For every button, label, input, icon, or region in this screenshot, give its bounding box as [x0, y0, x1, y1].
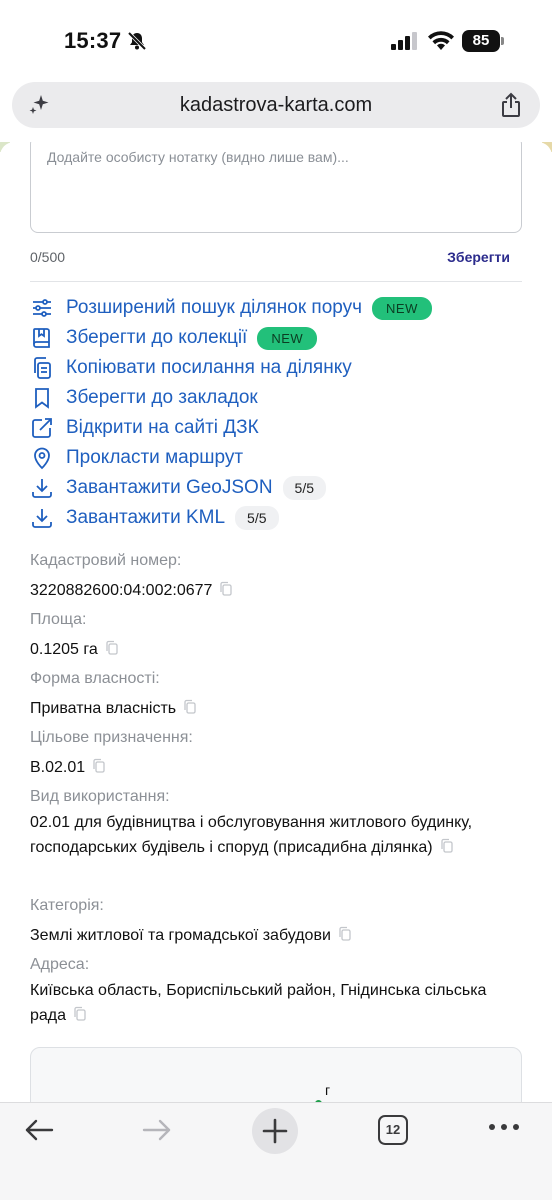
map-preview[interactable]: г — [30, 1047, 522, 1102]
copy-icon[interactable] — [337, 925, 353, 950]
tabs-count-button[interactable]: 12 — [378, 1115, 408, 1145]
field-value-usage: 02.01 для будівництва і обслуговування ж… — [30, 810, 500, 862]
back-arrow-icon[interactable] — [22, 1113, 56, 1152]
browser-toolbar: 12 — [0, 1102, 552, 1200]
copy-icon[interactable] — [439, 837, 455, 862]
note-textarea[interactable]: Додайте особисту нотатку (видно лише вам… — [30, 142, 522, 233]
field-value-text: Київська область, Бориспільський район, … — [30, 982, 487, 1024]
action-route[interactable]: Прокласти маршрут — [30, 444, 243, 472]
share-icon[interactable] — [499, 92, 523, 123]
more-menu-icon[interactable] — [488, 1119, 520, 1137]
new-badge: NEW — [372, 296, 432, 320]
action-download-geojson[interactable]: Завантажити GeoJSON 5/5 — [30, 474, 327, 502]
field-value-text: Приватна власність — [30, 700, 177, 717]
download-count-badge: 5/5 — [282, 476, 327, 500]
battery-tip — [501, 37, 504, 45]
copy-link-icon — [30, 356, 54, 380]
copy-icon[interactable] — [72, 1005, 88, 1030]
action-label[interactable]: Копіювати посилання на ділянку — [66, 357, 352, 379]
copy-icon[interactable] — [104, 639, 120, 664]
page-edge — [538, 142, 552, 156]
forward-arrow-icon[interactable] — [140, 1113, 174, 1152]
action-label[interactable]: Завантажити GeoJSON — [66, 477, 273, 499]
page-edge — [0, 142, 14, 156]
copy-icon[interactable] — [218, 580, 234, 605]
field-label-cadastral-number: Кадастровий номер: — [30, 552, 182, 569]
field-value-text: В.02.01 — [30, 759, 86, 776]
action-advanced-search[interactable]: Розширений пошук ділянок поруч NEW — [30, 294, 432, 322]
field-value-area: 0.1205 га — [30, 637, 120, 664]
action-label[interactable]: Зберегти до колекції — [66, 327, 247, 349]
bell-muted-icon — [126, 30, 148, 57]
field-label-area: Площа: — [30, 611, 87, 628]
field-value-ownership: Приватна власність — [30, 696, 198, 723]
field-label-category: Категорія: — [30, 897, 104, 914]
address-bar[interactable]: kadastrova-karta.com — [12, 82, 540, 128]
wifi-icon — [427, 30, 455, 57]
page-content: Додайте особисту нотатку (видно лише вам… — [0, 142, 552, 1102]
field-value-address: Київська область, Бориспільський район, … — [30, 978, 500, 1030]
new-badge: NEW — [257, 326, 318, 350]
status-time: 15:37 — [64, 28, 122, 53]
action-bookmark[interactable]: Зберегти до закладок — [30, 384, 258, 412]
download-icon — [30, 476, 54, 500]
field-value-text: 3220882600:04:002:0677 — [30, 582, 213, 599]
status-bar: 15:37 85 — [0, 0, 552, 78]
new-tab-button[interactable] — [252, 1108, 298, 1154]
field-value-text: 0.1205 га — [30, 641, 98, 658]
action-save-to-collection[interactable]: Зберегти до колекції NEW — [30, 324, 318, 352]
download-icon — [30, 506, 54, 530]
field-value-text: Землі житлової та громадської забудови — [30, 927, 331, 944]
action-label[interactable]: Розширений пошук ділянок поруч — [66, 297, 362, 319]
battery-level: 85 — [462, 30, 500, 52]
divider — [30, 281, 522, 282]
copy-icon[interactable] — [91, 757, 107, 782]
action-label[interactable]: Відкрити на сайті ДЗК — [66, 417, 259, 439]
note-placeholder[interactable]: Додайте особисту нотатку (видно лише вам… — [47, 149, 349, 165]
note-character-counter: 0/500 — [30, 249, 66, 265]
cellular-signal-icon — [391, 32, 419, 55]
field-label-address: Адреса: — [30, 956, 90, 973]
url-text[interactable]: kadastrova-karta.com — [12, 94, 540, 117]
map-label: г — [325, 1082, 331, 1098]
save-note-button[interactable]: Зберегти — [447, 249, 510, 265]
field-value-category: Землі житлової та громадської забудови — [30, 923, 353, 950]
action-copy-link[interactable]: Копіювати посилання на ділянку — [30, 354, 352, 382]
battery-indicator: 85 — [462, 30, 504, 52]
field-value-text: 02.01 для будівництва і обслуговування ж… — [30, 814, 473, 856]
plus-icon — [262, 1118, 288, 1144]
sliders-icon — [30, 296, 54, 320]
collection-icon — [30, 326, 54, 350]
field-label-purpose: Цільове призначення: — [30, 729, 193, 746]
action-label[interactable]: Зберегти до закладок — [66, 387, 258, 409]
action-label[interactable]: Завантажити KML — [66, 507, 225, 529]
action-open-dzk[interactable]: Відкрити на сайті ДЗК — [30, 414, 259, 442]
download-count-badge: 5/5 — [235, 506, 279, 530]
action-download-kml[interactable]: Завантажити KML 5/5 — [30, 504, 279, 532]
copy-icon[interactable] — [182, 698, 198, 723]
field-label-ownership: Форма власності: — [30, 670, 160, 687]
field-value-purpose: В.02.01 — [30, 755, 107, 782]
field-value-cadastral-number: 3220882600:04:002:0677 — [30, 578, 234, 605]
action-label[interactable]: Прокласти маршрут — [66, 447, 243, 469]
external-link-icon — [30, 416, 54, 440]
bookmark-icon — [30, 386, 54, 410]
field-label-usage: Вид використання: — [30, 788, 170, 805]
location-pin-icon — [30, 446, 54, 470]
